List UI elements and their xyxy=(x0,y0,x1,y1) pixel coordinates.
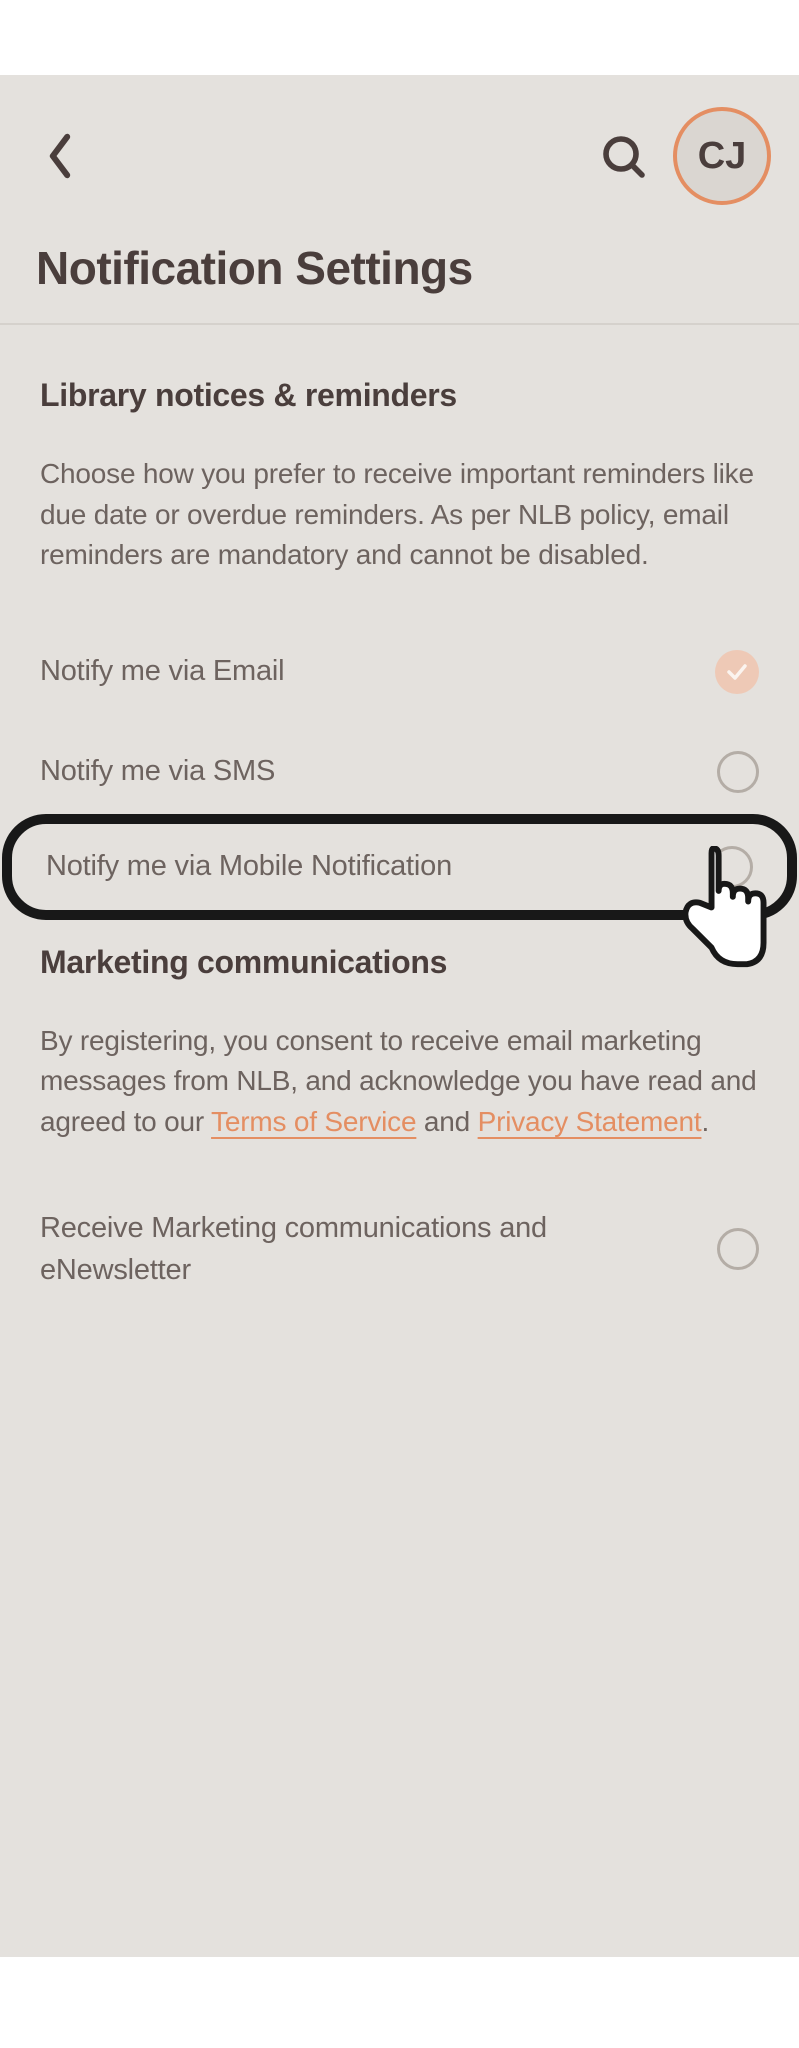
option-email[interactable]: Notify me via Email xyxy=(40,632,759,712)
option-marketing-label: Receive Marketing communications and eNe… xyxy=(40,1207,717,1291)
option-sms-label: Notify me via SMS xyxy=(40,755,717,788)
section-body-library: Choose how you prefer to receive importa… xyxy=(40,454,759,576)
option-email-label: Notify me via Email xyxy=(40,655,715,688)
radio-sms[interactable] xyxy=(717,751,759,793)
avatar-initials: CJ xyxy=(698,135,747,178)
option-mobile-label: Notify me via Mobile Notification xyxy=(46,850,711,883)
section-title-marketing: Marketing communications xyxy=(40,944,759,981)
section-body-marketing: By registering, you consent to receive e… xyxy=(40,1021,759,1143)
header-actions: CJ xyxy=(595,107,771,205)
search-icon xyxy=(599,132,647,180)
chevron-left-icon xyxy=(45,132,75,180)
radio-marketing[interactable] xyxy=(717,1228,759,1270)
back-button[interactable] xyxy=(36,132,84,180)
search-button[interactable] xyxy=(595,128,651,184)
highlighted-option: Notify me via Mobile Notification xyxy=(2,814,797,920)
radio-email[interactable] xyxy=(715,650,759,694)
page-title: Notification Settings xyxy=(0,205,799,323)
marketing-text-period: . xyxy=(701,1106,709,1137)
settings-screen: CJ Notification Settings Library notices… xyxy=(0,75,799,1957)
option-sms[interactable]: Notify me via SMS xyxy=(40,732,759,812)
privacy-statement-link[interactable]: Privacy Statement xyxy=(478,1106,702,1137)
check-icon xyxy=(725,660,749,684)
option-marketing[interactable]: Receive Marketing communications and eNe… xyxy=(40,1199,759,1299)
avatar[interactable]: CJ xyxy=(673,107,771,205)
radio-mobile[interactable] xyxy=(711,846,753,888)
option-mobile[interactable]: Notify me via Mobile Notification xyxy=(46,846,753,888)
header: CJ xyxy=(0,75,799,205)
section-title-library: Library notices & reminders xyxy=(40,377,759,414)
terms-of-service-link[interactable]: Terms of Service xyxy=(211,1106,416,1137)
marketing-text-and: and xyxy=(416,1106,477,1137)
content: Library notices & reminders Choose how y… xyxy=(0,325,799,1299)
